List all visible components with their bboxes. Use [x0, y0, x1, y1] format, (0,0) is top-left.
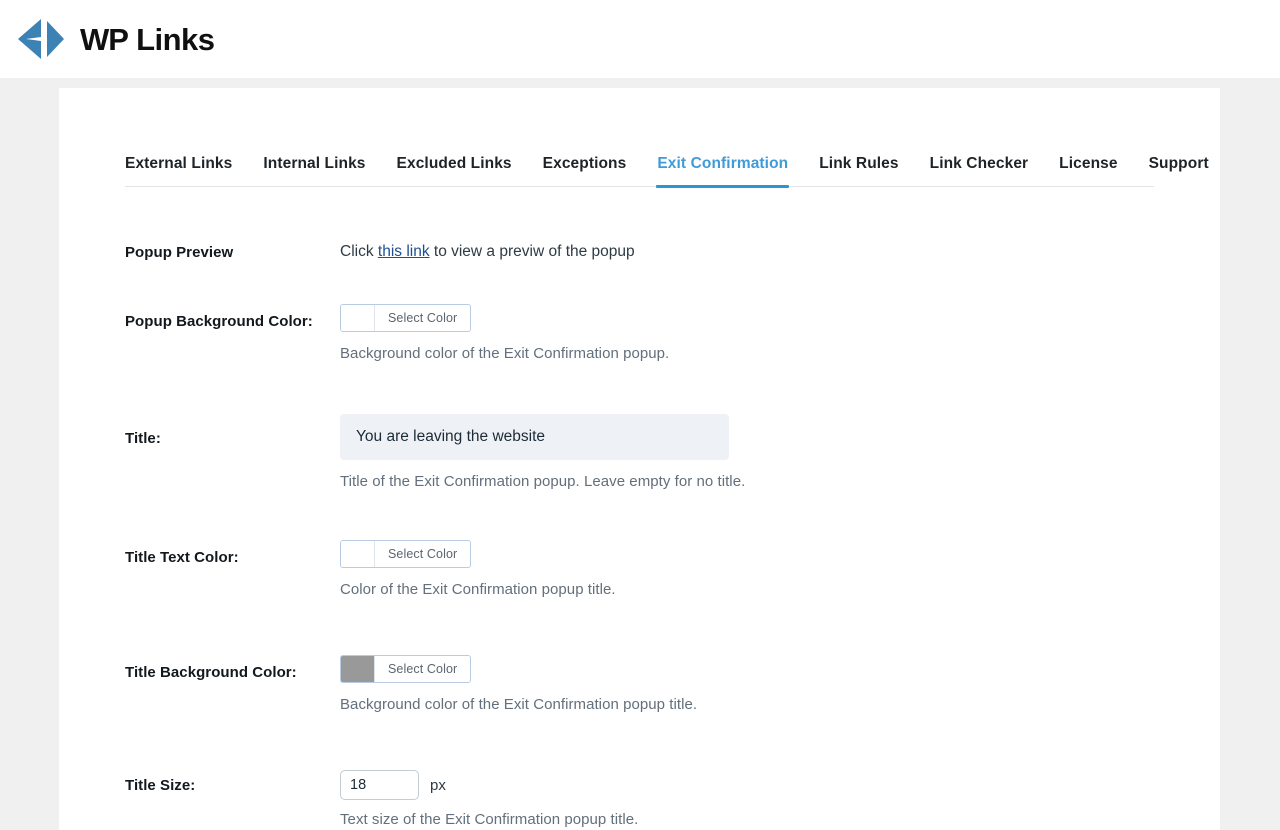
- tab-internal-links[interactable]: Internal Links: [263, 155, 365, 186]
- popup-preview-text-before: Click: [340, 243, 378, 260]
- form-row-title: Title: Title of the Exit Confirmation po…: [125, 414, 1154, 492]
- title-text-select-color-label: Select Color: [375, 540, 471, 567]
- field-popup-background-color: Select Color Background color of the Exi…: [340, 304, 1154, 364]
- popup-preview-text: Click this link to view a previw of the …: [340, 242, 1154, 262]
- field-popup-preview: Click this link to view a previw of the …: [340, 242, 1154, 262]
- form-row-popup-preview: Popup Preview Click this link to view a …: [125, 242, 1154, 262]
- exit-confirmation-form: Popup Preview Click this link to view a …: [125, 242, 1154, 830]
- settings-card: External Links Internal Links Excluded L…: [59, 88, 1220, 830]
- tab-license[interactable]: License: [1059, 155, 1117, 186]
- label-title-size: Title Size:: [125, 777, 196, 795]
- title-input[interactable]: [340, 414, 729, 461]
- label-popup-background-color: Popup Background Color:: [125, 313, 313, 331]
- form-row-popup-background-color: Popup Background Color: Select Color Bac…: [125, 304, 1154, 364]
- label-title-background-color: Title Background Color:: [125, 663, 297, 681]
- label-title-text-color: Title Text Color:: [125, 548, 239, 566]
- form-row-title-background-color: Title Background Color: Select Color Bac…: [125, 654, 1154, 715]
- field-title: Title of the Exit Confirmation popup. Le…: [340, 414, 1154, 492]
- settings-tab-bar: External Links Internal Links Excluded L…: [125, 88, 1209, 188]
- form-row-title-size: Title Size: px Text size of the Exit Con…: [125, 770, 1154, 830]
- help-title-background-color: Background color of the Exit Confirmatio…: [340, 695, 698, 713]
- brand-title-wp: WP: [80, 21, 129, 57]
- title-size-input[interactable]: [340, 770, 419, 801]
- popup-preview-text-after: to view a previw of the popup: [429, 243, 635, 260]
- title-text-color-picker[interactable]: Select Color: [340, 539, 472, 568]
- title-background-color-picker[interactable]: Select Color: [340, 654, 472, 683]
- label-title: Title:: [125, 430, 161, 448]
- brand-title-links: Links: [136, 21, 215, 57]
- popup-background-color-picker[interactable]: Select Color: [340, 304, 472, 333]
- title-size-unit-label: px: [430, 776, 446, 794]
- popup-preview-link[interactable]: this link: [378, 243, 430, 260]
- tab-excluded-links[interactable]: Excluded Links: [397, 155, 512, 186]
- field-title-size: px Text size of the Exit Confirmation po…: [340, 770, 1154, 830]
- popup-background-color-swatch[interactable]: [341, 305, 375, 332]
- tab-external-links[interactable]: External Links: [125, 155, 232, 186]
- site-header: WP Links: [0, 0, 1280, 78]
- form-row-title-text-color: Title Text Color: Select Color Color of …: [125, 539, 1154, 600]
- help-popup-background-color: Background color of the Exit Confirmatio…: [340, 345, 670, 363]
- field-title-background-color: Select Color Background color of the Exi…: [340, 654, 1154, 715]
- tab-link-checker[interactable]: Link Checker: [930, 155, 1029, 186]
- title-text-color-swatch[interactable]: [341, 540, 375, 567]
- help-title-text-color: Color of the Exit Confirmation popup tit…: [340, 580, 616, 598]
- field-title-text-color: Select Color Color of the Exit Confirmat…: [340, 539, 1154, 600]
- tab-exceptions[interactable]: Exceptions: [543, 155, 627, 186]
- brand-logo[interactable]: WP Links: [16, 17, 215, 61]
- title-background-select-color-label: Select Color: [375, 655, 471, 682]
- label-popup-preview: Popup Preview: [125, 244, 234, 261]
- brand-title: WP Links: [80, 24, 215, 55]
- popup-background-select-color-label: Select Color: [375, 305, 471, 332]
- help-title-size: Text size of the Exit Confirmation popup…: [340, 811, 639, 829]
- tab-support[interactable]: Support: [1149, 155, 1209, 186]
- help-title: Title of the Exit Confirmation popup. Le…: [340, 473, 746, 491]
- tab-exit-confirmation[interactable]: Exit Confirmation: [656, 155, 790, 188]
- code-chevron-logo-icon: [18, 19, 64, 59]
- tab-link-rules[interactable]: Link Rules: [819, 155, 898, 186]
- title-background-color-swatch[interactable]: [341, 655, 375, 682]
